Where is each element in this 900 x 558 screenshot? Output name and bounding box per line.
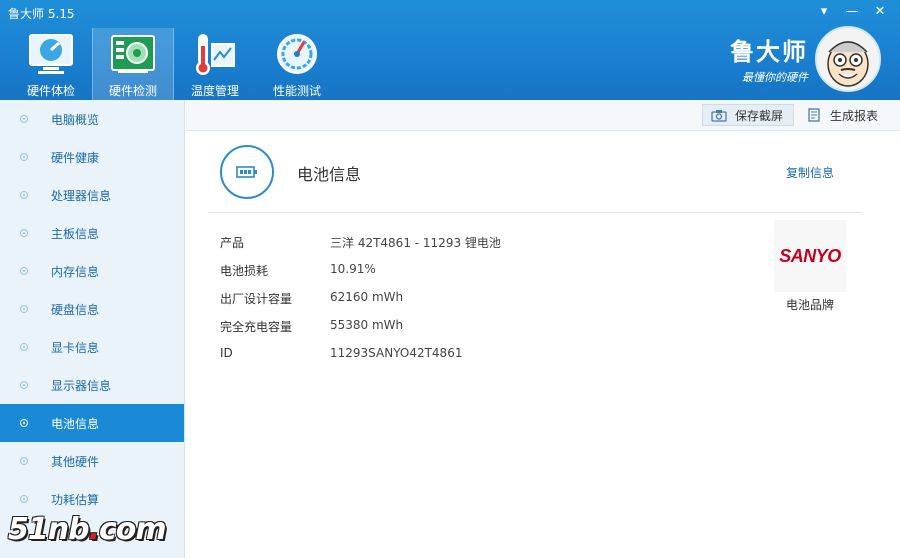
sidebar-item-label: 硬盘信息	[51, 302, 100, 317]
window-title: 鲁大师 5.15	[8, 7, 75, 21]
sidebar-item-label: 处理器信息	[51, 188, 112, 203]
bullet-icon	[20, 191, 28, 199]
bullet-icon	[20, 419, 28, 427]
site-watermark: 51nb.com	[8, 512, 167, 547]
sidebar-item-label: 电池信息	[51, 416, 100, 431]
info-label: 电池损耗	[220, 264, 269, 278]
bullet-icon	[20, 381, 28, 389]
sidebar-item-cpu[interactable]: 处理器信息	[0, 176, 184, 214]
copy-info-link[interactable]: 复制信息	[786, 164, 834, 181]
sidebar-item-display[interactable]: 显示器信息	[0, 366, 184, 404]
watermark-suffix: com	[99, 512, 167, 547]
generate-report-button[interactable]: 生成报表	[798, 104, 898, 126]
mascot-avatar[interactable]	[815, 26, 881, 92]
circuit-board-icon	[108, 30, 158, 78]
bullet-icon	[20, 305, 28, 313]
sidebar-item-motherboard[interactable]: 主板信息	[0, 214, 184, 252]
tab-label: 性能测试	[272, 84, 321, 98]
monitor-icon	[26, 30, 76, 78]
battery-icon	[220, 145, 274, 199]
tab-temperature[interactable]: 温度管理	[174, 28, 256, 100]
bullet-icon	[20, 495, 28, 503]
info-row-product: 产品 三洋 42T4861 - 11293 锂电池	[220, 234, 501, 254]
sidebar-item-label: 功耗估算	[51, 492, 100, 507]
save-screenshot-label: 保存截屏	[735, 108, 784, 123]
divider	[208, 212, 862, 213]
brand-slogan: 最懂你的硬件	[742, 71, 808, 84]
sidebar-item-label: 其他硬件	[51, 454, 100, 469]
sidebar-item-health[interactable]: 硬件健康	[0, 138, 184, 176]
report-icon	[806, 108, 822, 122]
info-row-design-capacity: 出厂设计容量 62160 mWh	[220, 290, 403, 310]
bullet-icon	[20, 229, 28, 237]
thermometer-icon	[190, 30, 240, 78]
info-value: 55380 mWh	[330, 318, 404, 332]
tab-label: 硬件检测	[108, 84, 157, 98]
tab-hardware-checkup[interactable]: 硬件体检	[10, 28, 92, 100]
watermark-dot: .	[88, 512, 100, 547]
save-screenshot-button[interactable]: 保存截屏	[702, 104, 794, 126]
speedometer-icon	[272, 30, 322, 78]
info-value: 三洋 42T4861 - 11293 锂电池	[330, 236, 501, 250]
brand-block: 鲁大师 最懂你的硬件	[722, 32, 808, 85]
sidebar-item-label: 硬件健康	[51, 150, 100, 165]
info-value: 11293SANYO42T4861	[330, 346, 463, 360]
info-value: 10.91%	[330, 262, 376, 276]
info-value: 62160 mWh	[330, 290, 404, 304]
sidebar-item-other[interactable]: 其他硬件	[0, 442, 184, 480]
watermark-prefix: 51nb	[8, 512, 90, 547]
menu-dropdown-button[interactable]: ▾	[810, 2, 838, 22]
tab-label: 温度管理	[190, 84, 239, 98]
sidebar-item-disk[interactable]: 硬盘信息	[0, 290, 184, 328]
tab-performance[interactable]: 性能测试	[256, 28, 338, 100]
info-label: ID	[220, 346, 233, 360]
battery-brand-logo: SANYO	[774, 220, 846, 292]
sidebar-item-overview[interactable]: 电脑概览	[0, 100, 184, 138]
bullet-icon	[20, 153, 28, 161]
sidebar-item-label: 内存信息	[51, 264, 100, 279]
sidebar-item-memory[interactable]: 内存信息	[0, 252, 184, 290]
tab-hardware-detect[interactable]: 硬件检测	[92, 28, 174, 100]
bullet-icon	[20, 115, 28, 123]
bullet-icon	[20, 267, 28, 275]
info-row-wear: 电池损耗 10.91%	[220, 262, 376, 282]
brand-caption: 电池品牌	[785, 298, 834, 312]
section-title: 电池信息	[297, 165, 362, 184]
sidebar: 电脑概览 硬件健康 处理器信息 主板信息 内存信息 硬盘信息 显卡信息 显示器信…	[0, 100, 185, 558]
main-nav: 硬件体检 硬件检测 温度管理 性能测试	[10, 28, 338, 100]
info-label: 完全充电容量	[220, 320, 293, 334]
info-label: 出厂设计容量	[220, 292, 293, 306]
camera-icon	[711, 108, 727, 122]
info-label: 产品	[220, 236, 245, 250]
sidebar-item-label: 显卡信息	[51, 340, 100, 355]
brand-name: 鲁大师	[730, 37, 808, 66]
battery-panel: 电池信息 复制信息 产品 三洋 42T4861 - 11293 锂电池 电池损耗…	[186, 131, 900, 558]
sanyo-logo: SANYO	[779, 245, 841, 266]
sidebar-item-label: 电脑概览	[51, 112, 100, 127]
sidebar-item-label: 主板信息	[51, 226, 100, 241]
info-row-full-capacity: 完全充电容量 55380 mWh	[220, 318, 403, 338]
minimize-button[interactable]: —	[838, 2, 866, 22]
bullet-icon	[20, 343, 28, 351]
sidebar-item-battery[interactable]: 电池信息	[0, 404, 184, 442]
tab-label: 硬件体检	[26, 84, 75, 98]
generate-report-label: 生成报表	[830, 108, 879, 123]
close-button[interactable]: ✕	[866, 2, 894, 22]
sidebar-item-label: 显示器信息	[51, 378, 112, 393]
sidebar-item-gpu[interactable]: 显卡信息	[0, 328, 184, 366]
window-controls: ▾ — ✕	[810, 2, 894, 22]
info-row-id: ID 11293SANYO42T4861	[220, 346, 462, 366]
app-header: 鲁大师 5.15 ▾ — ✕ 硬件体检 硬件检测 温度管理 性能测试 鲁大师 最…	[0, 0, 900, 100]
bullet-icon	[20, 457, 28, 465]
toolbar: 保存截屏 生成报表	[186, 100, 900, 131]
